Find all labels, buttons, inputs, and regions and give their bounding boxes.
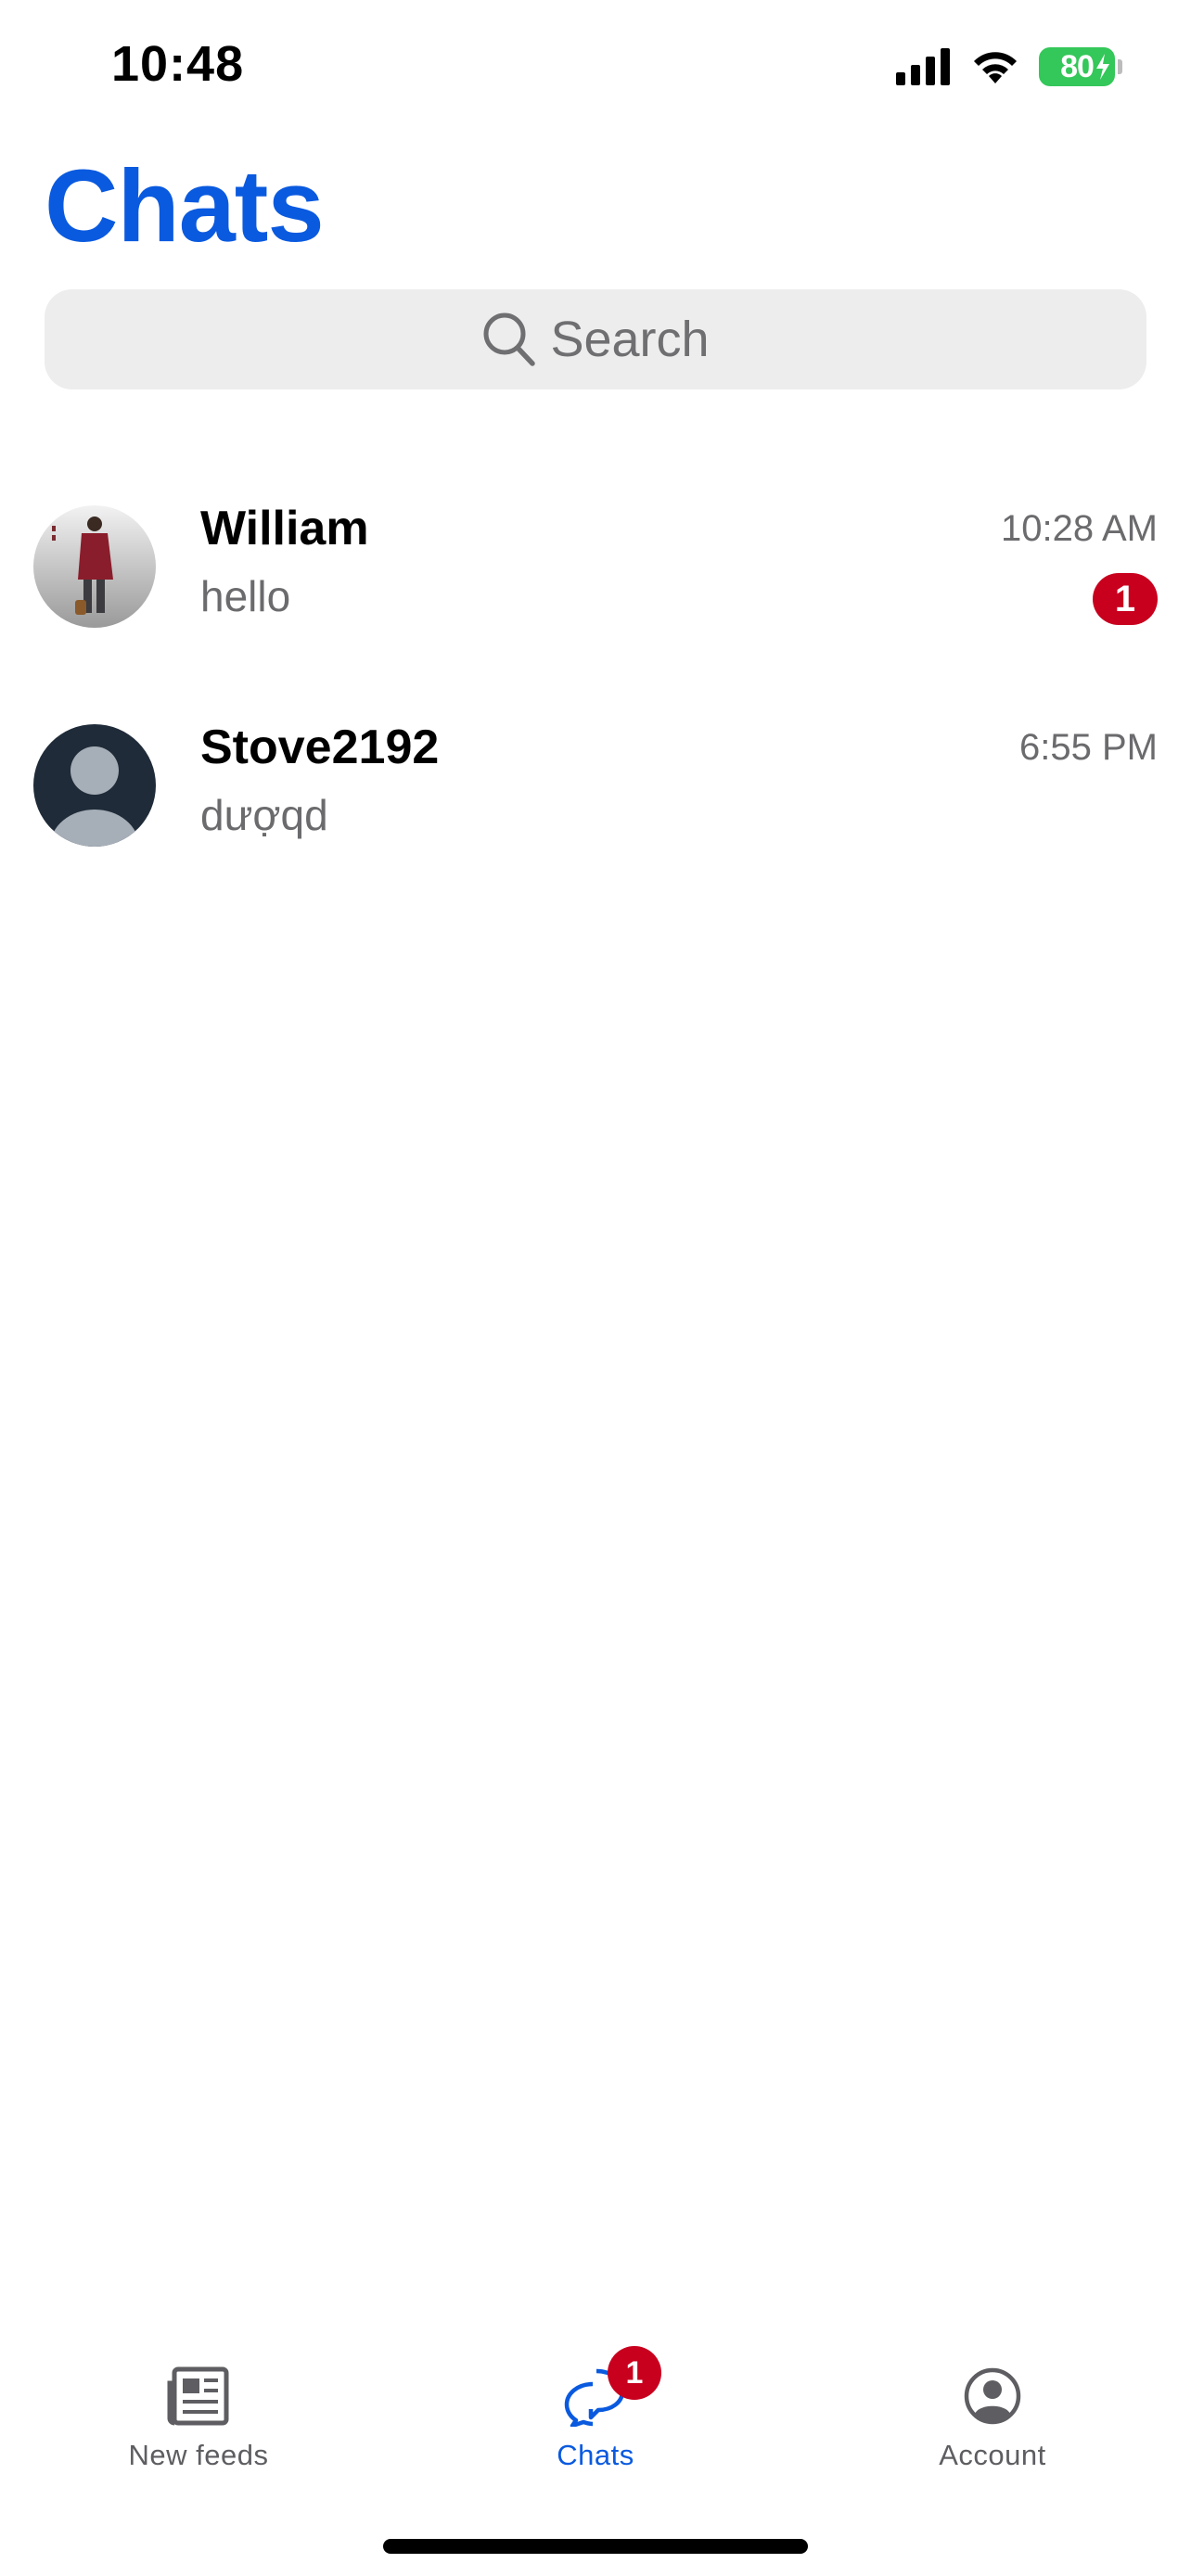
battery-level: 80 bbox=[1060, 48, 1095, 84]
chat-row-william[interactable]: William hello 10:28 AM 1 bbox=[0, 454, 1191, 673]
default-person-avatar bbox=[33, 724, 156, 847]
chat-list: William hello 10:28 AM 1 Stove2192 dượqd… bbox=[0, 454, 1191, 892]
tab-badge: 1 bbox=[608, 2346, 661, 2400]
status-time: 10:48 bbox=[111, 36, 245, 92]
tab-label: Account bbox=[939, 2439, 1046, 2471]
tab-label: New feeds bbox=[128, 2439, 269, 2471]
charging-bolt-icon bbox=[1095, 54, 1111, 84]
chat-last-message: hello bbox=[200, 572, 291, 620]
account-circle-icon bbox=[963, 2359, 1022, 2433]
signal-icon bbox=[896, 48, 952, 85]
chat-time: 10:28 AM bbox=[1000, 508, 1158, 549]
unread-badge: 1 bbox=[1093, 573, 1158, 625]
chat-bubbles-icon: 1 bbox=[563, 2346, 661, 2433]
tab-label: Chats bbox=[557, 2439, 634, 2471]
tab-account[interactable]: Account bbox=[794, 2337, 1191, 2485]
tab-chats[interactable]: 1 Chats bbox=[397, 2337, 794, 2485]
status-icons: 80 bbox=[896, 42, 1122, 92]
tab-new-feeds[interactable]: New feeds bbox=[0, 2337, 397, 2485]
chat-last-message: dượqd bbox=[200, 791, 328, 839]
tab-bar: New feeds 1 Chats Account bbox=[0, 2337, 1191, 2485]
battery-tip bbox=[1118, 59, 1122, 74]
newspaper-icon bbox=[167, 2359, 230, 2433]
search-input[interactable]: Search bbox=[45, 289, 1146, 389]
photo-avatar bbox=[33, 505, 156, 628]
status-bar: 10:48 80 bbox=[0, 0, 1191, 130]
battery-icon: 80 bbox=[1039, 47, 1122, 86]
home-indicator bbox=[383, 2539, 808, 2554]
chat-row-stove2192[interactable]: Stove2192 dượqd 6:55 PM bbox=[0, 673, 1191, 892]
chat-name: Stove2192 bbox=[200, 721, 440, 774]
page-title: Chats bbox=[45, 149, 325, 263]
chat-time: 6:55 PM bbox=[1019, 727, 1158, 768]
wifi-icon bbox=[970, 48, 1020, 85]
chat-name: William bbox=[200, 502, 369, 555]
search-icon bbox=[481, 311, 537, 368]
search-placeholder: Search bbox=[550, 312, 710, 367]
